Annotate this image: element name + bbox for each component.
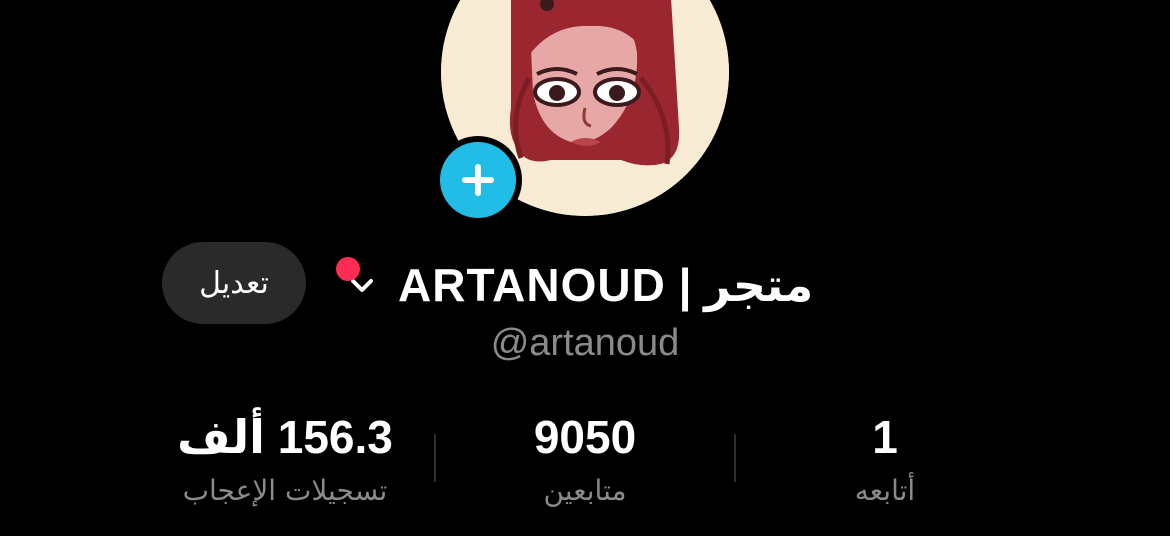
stat-followers[interactable]: 9050 متابعين <box>470 408 700 512</box>
stat-following[interactable]: 1 أتابعه <box>770 408 1000 512</box>
stat-followers-value: 9050 <box>533 411 637 463</box>
account-switch-button[interactable] <box>336 257 384 307</box>
stat-followers-label: متابعين <box>543 474 627 507</box>
profile-display-name: متجر | ARTANOUD <box>398 259 814 311</box>
stat-following-label: أتابعه <box>854 474 916 507</box>
stat-divider <box>434 434 436 482</box>
add-story-button[interactable] <box>440 142 516 218</box>
stat-likes[interactable]: 156.3 ألف تسجيلات الإعجاب <box>130 408 440 512</box>
stat-likes-value: 156.3 ألف <box>177 411 393 463</box>
stat-likes-label: تسجيلات الإعجاب <box>182 474 388 507</box>
notification-dot <box>336 257 360 281</box>
edit-profile-button[interactable]: تعديل <box>162 242 306 324</box>
profile-username: @artanoud <box>490 322 680 364</box>
plus-icon <box>462 164 494 196</box>
stat-following-value: 1 <box>872 411 898 463</box>
stat-divider <box>734 434 736 482</box>
profile-name-row: متجر | ARTANOUD <box>336 250 814 320</box>
